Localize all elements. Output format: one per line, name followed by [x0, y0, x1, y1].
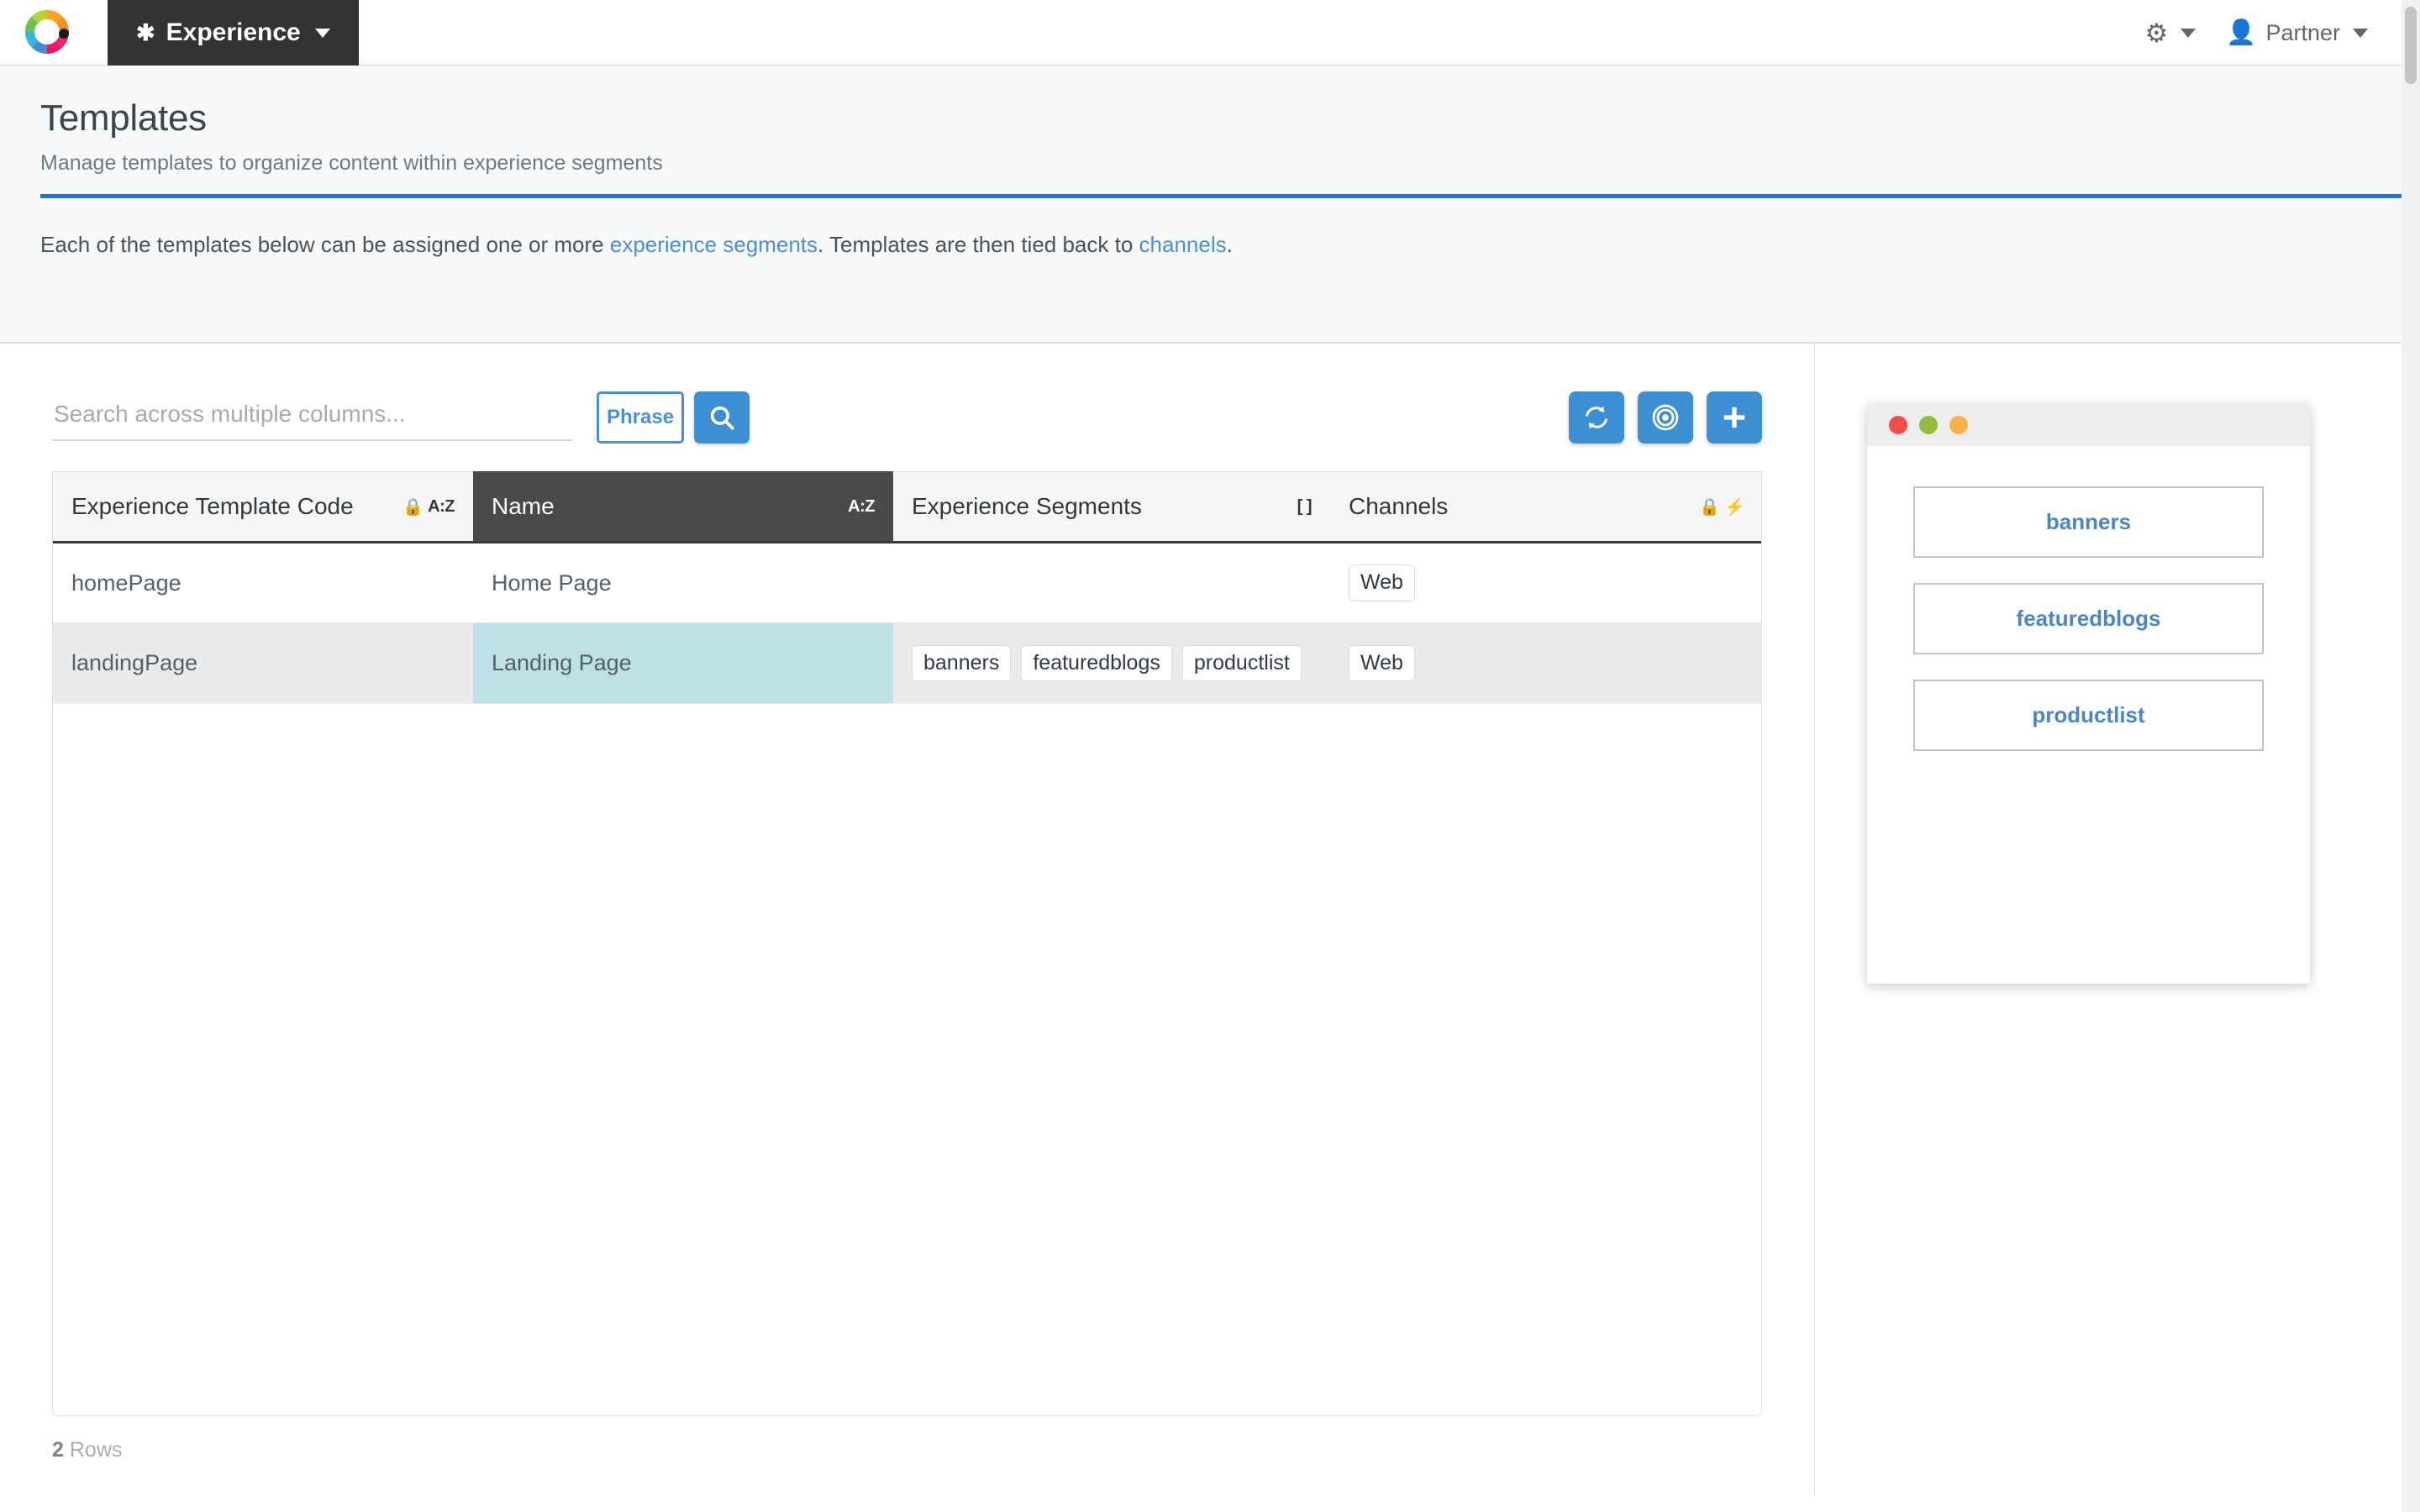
cell-segments: banners featuredblogs productlist — [893, 622, 1330, 704]
page-subtitle: Manage templates to organize content wit… — [40, 151, 663, 175]
cell-code: landingPage — [53, 622, 473, 704]
plus-icon — [1723, 407, 1745, 428]
nav-tab-experience[interactable]: ✱ Experience — [108, 0, 359, 66]
column-label: Name — [492, 493, 555, 519]
main-content: Phrase — [0, 343, 2420, 1495]
cell-channels: Web — [1330, 622, 1761, 704]
lock-icon: 🔒 — [1699, 497, 1721, 517]
preview-slot-productlist[interactable]: productlist — [1913, 680, 2264, 751]
table-row[interactable]: landingPage Landing Page banners feature… — [53, 622, 1761, 704]
chevron-down-icon — [314, 28, 330, 38]
channel-chips: Web — [1349, 644, 1745, 682]
top-navigation-bar: ✱ Experience ⚙ 👤 Partner — [0, 0, 2420, 66]
intro-paragraph: Each of the templates below can be assig… — [0, 198, 2420, 342]
search-button[interactable] — [694, 391, 750, 444]
channel-chip: Web — [1349, 564, 1415, 601]
cell-name: Home Page — [473, 542, 893, 623]
table-header-row: Experience Template Code 🔒 A:Z Name A:Z … — [53, 471, 1761, 543]
preview-slot-banners[interactable]: banners — [1913, 486, 2264, 558]
user-menu-label: Partner — [2265, 19, 2340, 45]
cell-name: Landing Page — [473, 622, 893, 704]
toolbar-action-buttons — [1569, 391, 1762, 444]
page-scrollbar-thumb[interactable] — [2405, 7, 2417, 84]
chevron-down-icon — [2181, 28, 2196, 38]
segment-chips: banners featuredblogs productlist — [912, 644, 1312, 682]
gear-icon: ⚙ — [2144, 18, 2169, 48]
cell-channels: Web — [1330, 542, 1761, 623]
channels-link[interactable]: channels — [1139, 232, 1227, 257]
column-header-experience-template-code[interactable]: Experience Template Code 🔒 A:Z — [53, 471, 473, 543]
preview-slot-featuredblogs[interactable]: featuredblogs — [1913, 583, 2264, 654]
template-preview-pane: banners featuredblogs productlist — [1815, 344, 2420, 1495]
segment-chip: featuredblogs — [1021, 644, 1172, 682]
column-label: Experience Template Code — [71, 493, 354, 519]
intro-text-part1: Each of the templates below can be assig… — [40, 232, 610, 257]
channel-chip: Web — [1349, 644, 1415, 682]
column-label: Channels — [1349, 493, 1449, 519]
table-toolbar: Phrase — [0, 387, 1814, 448]
filler-cell — [1330, 703, 1761, 1415]
window-maximize-dot[interactable] — [1949, 416, 1968, 434]
add-button[interactable] — [1707, 391, 1762, 444]
settings-menu[interactable]: ⚙ — [2145, 20, 2196, 46]
preview-slot-list: banners featuredblogs productlist — [1867, 446, 2310, 751]
chevron-down-icon — [2353, 28, 2368, 38]
intro-text-part3: . — [1226, 232, 1233, 257]
channel-chips: Web — [1349, 564, 1745, 601]
search-input[interactable] — [52, 394, 573, 441]
row-count-status: 2 Rows — [0, 1416, 1814, 1462]
intro-text-part2: . Templates are then tied back to — [818, 232, 1139, 257]
page-header: Templates Manage templates to organize c… — [0, 66, 2420, 343]
table-filler-row — [53, 703, 1761, 1415]
segment-chip: banners — [912, 644, 1012, 682]
window-close-dot[interactable] — [1889, 416, 1907, 434]
refresh-icon — [1586, 406, 1607, 429]
window-minimize-dot[interactable] — [1919, 416, 1938, 434]
color-wheel-logo[interactable] — [20, 5, 74, 59]
column-header-channels[interactable]: Channels 🔒 ⚡ — [1330, 471, 1761, 543]
sort-az-indicator: A:Z — [428, 496, 455, 516]
templates-table-container: Experience Template Code 🔒 A:Z Name A:Z … — [52, 471, 1762, 1416]
nav-tab-label: Experience — [166, 18, 301, 46]
refresh-button[interactable] — [1569, 391, 1624, 444]
table-row[interactable]: homePage Home Page Web — [53, 542, 1761, 623]
filler-cell — [893, 703, 1330, 1415]
experience-segments-link[interactable]: experience segments — [610, 232, 818, 257]
column-header-experience-segments[interactable]: Experience Segments [ ] — [893, 471, 1330, 543]
page-title: Templates — [40, 97, 207, 139]
filler-cell — [473, 703, 893, 1415]
table-body: homePage Home Page Web landingPage Landi… — [53, 542, 1761, 1415]
row-count-label: Rows — [69, 1438, 123, 1462]
filler-cell — [53, 703, 473, 1415]
brackets-indicator: [ ] — [1297, 496, 1313, 516]
row-count-value: 2 — [52, 1438, 64, 1462]
target-icon — [1652, 404, 1679, 431]
search-icon — [710, 406, 734, 430]
target-button[interactable] — [1638, 391, 1693, 444]
segment-chip: productlist — [1181, 644, 1302, 682]
bolt-icon: ⚡ — [1724, 497, 1745, 517]
phrase-toggle-button[interactable]: Phrase — [597, 391, 685, 444]
templates-table: Experience Template Code 🔒 A:Z Name A:Z … — [53, 471, 1761, 1415]
page-scrollbar[interactable] — [2402, 0, 2420, 1512]
column-header-name[interactable]: Name A:Z — [473, 471, 893, 543]
lock-icon: 🔒 — [402, 497, 424, 517]
templates-list-pane: Phrase — [0, 344, 1815, 1495]
nav-right-group: ⚙ 👤 Partner — [2145, 0, 2420, 66]
browser-title-bar — [1867, 404, 2310, 446]
cell-code: homePage — [53, 542, 473, 623]
browser-preview-window: banners featuredblogs productlist — [1867, 404, 2310, 984]
person-icon: 👤 — [2226, 18, 2257, 46]
asterisk-icon: ✱ — [136, 19, 155, 45]
sort-az-indicator: A:Z — [848, 496, 875, 516]
cell-segments — [893, 542, 1330, 623]
column-label: Experience Segments — [912, 493, 1142, 519]
user-menu[interactable]: 👤 Partner — [2226, 20, 2368, 46]
